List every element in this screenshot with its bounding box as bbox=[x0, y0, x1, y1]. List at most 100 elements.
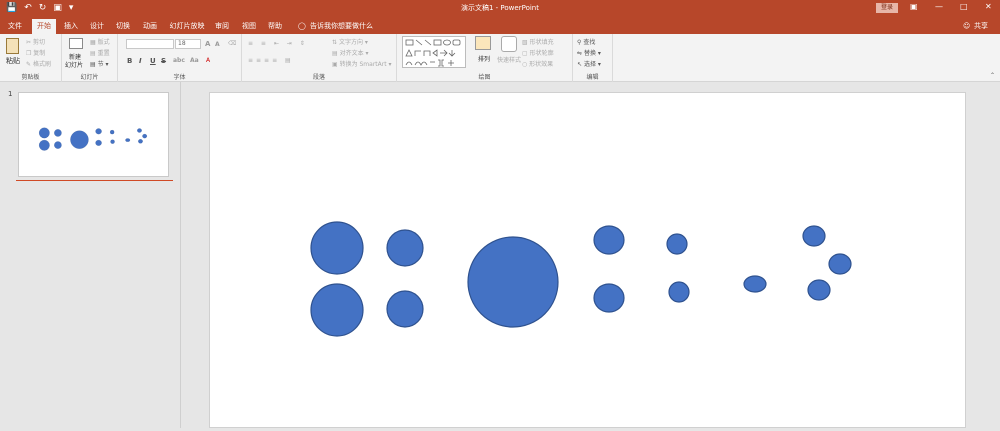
slide-number: 1 bbox=[8, 90, 13, 98]
text-direction-label: 文字方向 bbox=[338, 39, 363, 46]
paste-icon[interactable] bbox=[6, 38, 19, 54]
slides-group: 新建 幻灯片 ▦ 版式 ▤ 重置 ▤ 节 ▾ 幻灯片 bbox=[62, 34, 118, 82]
font-group-label: 字体 bbox=[173, 74, 186, 81]
font-size-select[interactable]: 18 bbox=[175, 39, 201, 49]
tab-review[interactable]: 审阅 bbox=[212, 19, 232, 34]
font-color-icon[interactable]: A bbox=[206, 57, 210, 64]
thumbnail-preview bbox=[39, 127, 147, 151]
circle-shape[interactable] bbox=[668, 281, 690, 303]
copy-button[interactable]: ❐ 复制 bbox=[26, 48, 45, 57]
strikethrough-button[interactable]: S bbox=[161, 57, 166, 65]
slide-thumbnail[interactable] bbox=[18, 92, 169, 177]
oval-shape[interactable] bbox=[828, 253, 852, 275]
circle-shape[interactable] bbox=[386, 229, 424, 267]
list-buttons-icon[interactable]: ≡ ≡ ⇤ ⇥ ⇕ bbox=[248, 40, 308, 47]
close-icon[interactable]: ✕ bbox=[985, 2, 992, 11]
find-button[interactable]: ⚲ 查找 bbox=[577, 37, 595, 46]
slide-content bbox=[310, 221, 852, 337]
select-button[interactable]: ↖ 选择 ▾ bbox=[577, 59, 601, 68]
char-spacing-button[interactable]: abc bbox=[173, 57, 185, 64]
ribbon: 粘贴 ✂ 剪切 ❐ 复制 ✎ 格式刷 剪贴板 新建 幻灯片 ▦ 版式 ▤ 重置 … bbox=[0, 34, 1000, 82]
title-bar: 💾 ↶ ↻ ▣ ▾ 演示文稿1 - PowerPoint 登录 ▣ — □ ✕ bbox=[0, 0, 1000, 17]
share-button[interactable]: 共享 bbox=[974, 19, 988, 34]
find-label: 查找 bbox=[583, 39, 596, 46]
editing-group-label: 编辑 bbox=[586, 74, 599, 81]
circle-shape[interactable] bbox=[666, 233, 688, 255]
section-button[interactable]: ▤ 节 ▾ bbox=[90, 59, 109, 68]
circle-shape[interactable] bbox=[467, 236, 559, 328]
shape-outline-button[interactable]: ▢ 形状轮廓 bbox=[522, 48, 554, 57]
shrink-font-button[interactable]: A bbox=[215, 41, 220, 48]
vertical-scrollbar[interactable] bbox=[990, 82, 1000, 428]
arrange-icon[interactable] bbox=[475, 36, 491, 50]
circle-shape[interactable] bbox=[310, 221, 364, 275]
shape-fill-label: 形状填充 bbox=[529, 39, 554, 46]
quick-styles-icon[interactable] bbox=[501, 36, 517, 52]
shape-effects-button[interactable]: ○ 形状效果 bbox=[522, 59, 553, 68]
tell-me-search[interactable]: 告诉我你想要做什么 bbox=[310, 19, 373, 34]
reset-label: 重置 bbox=[97, 50, 110, 57]
circle-shape[interactable] bbox=[593, 283, 625, 313]
paragraph-group: ≡ ≡ ⇤ ⇥ ⇕ ≡≡≡≡ ▤ ⇅ 文字方向 ▾ ▤ 对齐文本 ▾ ▣ 转换为… bbox=[242, 34, 397, 82]
tab-animations[interactable]: 动画 bbox=[138, 19, 162, 34]
new-slide-label[interactable]: 幻灯片 bbox=[65, 60, 83, 69]
minimize-icon[interactable]: — bbox=[935, 2, 943, 11]
grow-font-button[interactable]: A bbox=[205, 40, 210, 48]
shapes-gallery[interactable] bbox=[402, 36, 466, 68]
bold-button[interactable]: B bbox=[127, 57, 132, 65]
quick-styles-button[interactable]: 快速样式 bbox=[497, 55, 521, 64]
align-buttons-icon[interactable]: ≡≡≡≡ ▤ bbox=[248, 57, 294, 64]
share-icon: ☺ bbox=[963, 22, 971, 30]
shapes-gallery-icons bbox=[405, 39, 461, 67]
oval-shape[interactable] bbox=[743, 275, 767, 293]
document-title: 演示文稿1 - PowerPoint bbox=[461, 4, 539, 12]
clear-formatting-icon[interactable]: ⌫ bbox=[228, 40, 236, 47]
italic-button[interactable]: I bbox=[139, 57, 142, 65]
font-group: 18 A A ⌫ B I U S abc Aa A 字体 bbox=[118, 34, 242, 82]
copy-label: 复制 bbox=[33, 50, 46, 57]
replace-button[interactable]: ⇋ 替换 ▾ bbox=[577, 48, 601, 57]
layout-label: 版式 bbox=[97, 39, 110, 46]
drawing-group-label: 绘图 bbox=[478, 74, 491, 81]
circle-shape[interactable] bbox=[310, 283, 364, 337]
ribbon-display-options-icon[interactable]: ▣ bbox=[910, 2, 918, 11]
paste-button[interactable]: 粘贴 bbox=[6, 56, 20, 66]
format-painter-label: 格式刷 bbox=[32, 61, 51, 68]
circle-shape[interactable] bbox=[386, 290, 424, 328]
oval-shape[interactable] bbox=[807, 279, 831, 301]
oval-shape[interactable] bbox=[802, 225, 826, 247]
underline-button[interactable]: U bbox=[150, 57, 156, 65]
section-label: 节 bbox=[97, 61, 104, 68]
shape-fill-button[interactable]: ▧ 形状填充 bbox=[522, 37, 554, 46]
convert-smartart-button[interactable]: ▣ 转换为 SmartArt ▾ bbox=[332, 59, 391, 68]
cut-label: 剪切 bbox=[32, 39, 45, 46]
tab-design[interactable]: 设计 bbox=[86, 19, 108, 34]
reset-button[interactable]: ▤ 重置 bbox=[90, 48, 110, 57]
tab-view[interactable]: 视图 bbox=[238, 19, 260, 34]
slides-group-label: 幻灯片 bbox=[80, 74, 99, 81]
arrange-button[interactable]: 排列 bbox=[478, 54, 490, 63]
current-slide[interactable] bbox=[209, 92, 966, 428]
text-direction-button[interactable]: ⇅ 文字方向 ▾ bbox=[332, 37, 368, 46]
collapse-ribbon-icon[interactable]: ⌃ bbox=[990, 72, 995, 79]
align-text-button[interactable]: ▤ 对齐文本 ▾ bbox=[332, 48, 369, 57]
tab-insert[interactable]: 插入 bbox=[60, 19, 82, 34]
tab-slideshow[interactable]: 幻灯片放映 bbox=[168, 19, 206, 34]
format-painter-button[interactable]: ✎ 格式刷 bbox=[26, 59, 51, 68]
ribbon-tab-bar: 文件 开始 插入 设计 切换 动画 幻灯片放映 审阅 视图 帮助 ◯ 告诉我你想… bbox=[0, 17, 1000, 34]
change-case-button[interactable]: Aa bbox=[190, 57, 199, 64]
font-name-select[interactable] bbox=[126, 39, 174, 49]
tab-transitions[interactable]: 切换 bbox=[112, 19, 134, 34]
circle-shape[interactable] bbox=[593, 225, 625, 255]
tab-home[interactable]: 开始 bbox=[32, 19, 56, 34]
login-button[interactable]: 登录 bbox=[876, 3, 898, 13]
cut-button[interactable]: ✂ 剪切 bbox=[26, 37, 45, 46]
layout-button[interactable]: ▦ 版式 bbox=[90, 37, 110, 46]
editing-group: ⚲ 查找 ⇋ 替换 ▾ ↖ 选择 ▾ 编辑 bbox=[573, 34, 613, 82]
tab-help[interactable]: 帮助 bbox=[264, 19, 286, 34]
maximize-icon[interactable]: □ bbox=[960, 2, 968, 11]
new-slide-icon[interactable] bbox=[69, 38, 83, 49]
select-label: 选择 bbox=[583, 61, 596, 68]
shape-effects-label: 形状效果 bbox=[529, 61, 554, 68]
tab-file[interactable]: 文件 bbox=[4, 19, 26, 34]
